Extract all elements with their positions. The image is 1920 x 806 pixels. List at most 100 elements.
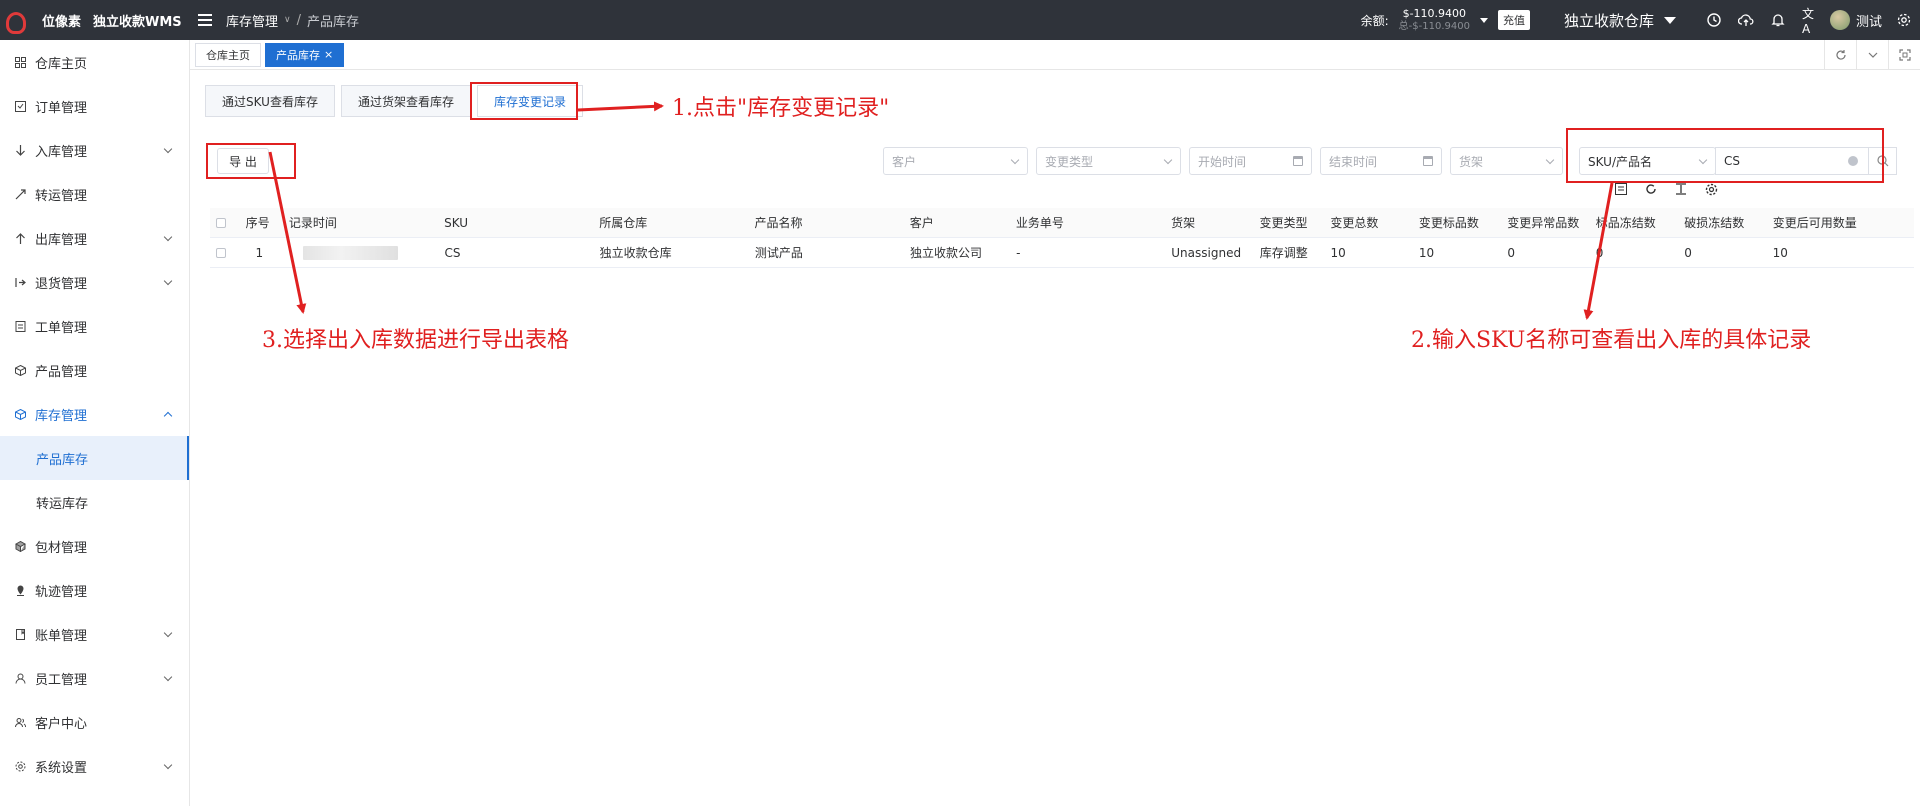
calendar-icon — [1423, 156, 1433, 166]
bell-icon[interactable] — [1770, 12, 1786, 28]
header-warehouse: 所属仓库 — [599, 216, 648, 230]
logo[interactable]: 位像素 独立收款WMS — [0, 10, 190, 34]
row-checkbox[interactable] — [210, 247, 240, 258]
breadcrumb-parent[interactable]: 库存管理 — [226, 11, 278, 30]
translate-icon[interactable]: 文A — [1802, 7, 1818, 36]
search-icon — [1876, 155, 1888, 167]
sidebar-item-label: 产品管理 — [35, 364, 88, 380]
column-toggle-icon[interactable] — [1614, 182, 1628, 196]
user-icon — [14, 672, 27, 685]
search-type-value: SKU/产品名 — [1588, 154, 1652, 169]
checkbox[interactable] — [216, 247, 226, 258]
shelf-placeholder: 货架 — [1459, 154, 1484, 169]
header-available-after: 变更后可用数量 — [1772, 216, 1857, 230]
sidebar-item-customer-center[interactable]: 客户中心 — [0, 700, 189, 744]
header-product-name: 产品名称 — [754, 216, 803, 230]
top-bar: 位像素 独立收款WMS 库存管理 ∨ / 产品库存 余额: $-110.9400… — [0, 0, 1920, 40]
sidebar-item-returns[interactable]: 退货管理 — [0, 260, 189, 304]
fullscreen-button[interactable] — [1888, 40, 1920, 70]
sidebar-item-settings[interactable]: 系统设置 — [0, 744, 189, 788]
density-icon[interactable] — [1674, 182, 1688, 196]
cell-sku: CS — [444, 245, 461, 260]
package-icon — [14, 540, 27, 553]
sidebar-item-staff[interactable]: 员工管理 — [0, 656, 189, 700]
table-header-row: 序号 记录时间 SKU 所属仓库 产品名称 客户 业务单号 货架 变更类型 变更… — [210, 208, 1914, 238]
sidebar-item-outbound[interactable]: 出库管理 — [0, 216, 189, 260]
close-icon[interactable]: × — [324, 48, 333, 61]
menu-toggle-icon[interactable] — [198, 14, 212, 26]
chevron-up-icon — [163, 411, 173, 421]
cell-change-type: 库存调整 — [1259, 246, 1308, 260]
tab-inventory-change-log[interactable]: 库存变更记录 — [476, 85, 583, 117]
sidebar-item-label: 工单管理 — [35, 320, 88, 336]
table-row[interactable]: 1 CS 独立收款仓库 测试产品 独立收款公司 - Unassigned 库存调… — [210, 238, 1914, 268]
user-menu[interactable]: 测试 — [1829, 10, 1882, 30]
chevron-down-icon — [163, 232, 173, 242]
cell-customer: 独立收款公司 — [909, 246, 982, 260]
sidebar-item-inventory[interactable]: 库存管理 — [0, 392, 189, 436]
arrow-up-icon — [14, 232, 27, 245]
sidebar-item-transfer[interactable]: 转运管理 — [0, 172, 189, 216]
system-name: 独立收款WMS — [93, 14, 182, 30]
header-customer: 客户 — [909, 216, 934, 230]
gear-icon[interactable] — [1704, 182, 1718, 196]
tab-view-by-sku[interactable]: 通过SKU查看库存 — [205, 85, 335, 117]
search-type-select[interactable]: SKU/产品名 — [1579, 147, 1716, 175]
customer-placeholder: 客户 — [892, 154, 917, 169]
sidebar-item-warehouse-home[interactable]: 仓库主页 — [0, 40, 189, 84]
refresh-tab-button[interactable] — [1824, 40, 1856, 70]
change-type-select[interactable]: 变更类型 — [1036, 147, 1181, 175]
recharge-button[interactable]: 充值 — [1497, 10, 1530, 30]
header-order-no: 业务单号 — [1015, 216, 1064, 230]
transfer-icon — [14, 188, 27, 201]
tab-label: 产品库存 — [276, 48, 320, 62]
clock-icon[interactable] — [1706, 12, 1722, 28]
sidebar-subitem-product-inventory[interactable]: 产品库存 — [0, 436, 189, 480]
clear-icon[interactable] — [1848, 156, 1858, 166]
sidebar-item-products[interactable]: 产品管理 — [0, 348, 189, 392]
end-date-picker[interactable]: 结束时间 — [1320, 147, 1442, 175]
customer-select[interactable]: 客户 — [883, 147, 1028, 175]
cell-available-after: 10 — [1772, 245, 1788, 260]
balance-dropdown-icon[interactable] — [1479, 17, 1488, 23]
cloud-upload-icon[interactable] — [1737, 12, 1754, 28]
cell-order-no: - — [1016, 245, 1021, 260]
sidebar-item-tracking[interactable]: 轨迹管理 — [0, 568, 189, 612]
ticket-icon — [14, 320, 27, 333]
header-sku: SKU — [444, 215, 469, 230]
search-button[interactable] — [1869, 147, 1897, 175]
header-change-abnormal: 变更异常品数 — [1507, 216, 1580, 230]
table-tools — [1614, 182, 1718, 196]
balance-total: 总-$-110.9400 — [1398, 21, 1470, 32]
cell-damage-frozen: 0 — [1684, 245, 1692, 260]
shelf-select[interactable]: 货架 — [1450, 147, 1563, 175]
sidebar-item-inbound[interactable]: 入库管理 — [0, 128, 189, 172]
header-change-total: 变更总数 — [1330, 216, 1379, 230]
tab-view-by-shelf[interactable]: 通过货架查看库存 — [340, 85, 471, 117]
tab-warehouse-home[interactable]: 仓库主页 — [195, 42, 261, 67]
sidebar-item-billing[interactable]: 账单管理 — [0, 612, 189, 656]
header-index: 序号 — [245, 216, 270, 230]
sidebar-subitem-transfer-inventory[interactable]: 转运库存 — [0, 480, 189, 524]
sidebar-item-orders[interactable]: 订单管理 — [0, 84, 189, 128]
sidebar-item-label: 包材管理 — [35, 540, 88, 556]
settings-icon[interactable] — [1896, 12, 1912, 28]
search-input[interactable]: CS — [1715, 147, 1869, 175]
chevron-down-icon — [1868, 52, 1877, 58]
avatar — [1829, 10, 1850, 30]
chevron-down-icon — [163, 276, 173, 286]
sidebar-item-packaging[interactable]: 包材管理 — [0, 524, 189, 568]
breadcrumb-current: 产品库存 — [307, 14, 360, 30]
select-all-checkbox[interactable] — [210, 217, 240, 228]
checkbox[interactable] — [216, 217, 226, 228]
export-button[interactable]: 导 出 — [217, 148, 269, 174]
start-date-picker[interactable]: 开始时间 — [1189, 147, 1312, 175]
annotation-step1: 1.点击"库存变更记录" — [672, 96, 890, 121]
sidebar-item-label: 轨迹管理 — [35, 584, 88, 600]
tab-product-inventory[interactable]: 产品库存 × — [265, 42, 345, 67]
warehouse-switcher[interactable]: 独立收款仓库 — [1564, 10, 1676, 31]
tab-dropdown-button[interactable] — [1856, 40, 1888, 70]
inventory-icon — [14, 408, 27, 421]
sidebar-item-tickets[interactable]: 工单管理 — [0, 304, 189, 348]
refresh-icon[interactable] — [1644, 182, 1658, 196]
